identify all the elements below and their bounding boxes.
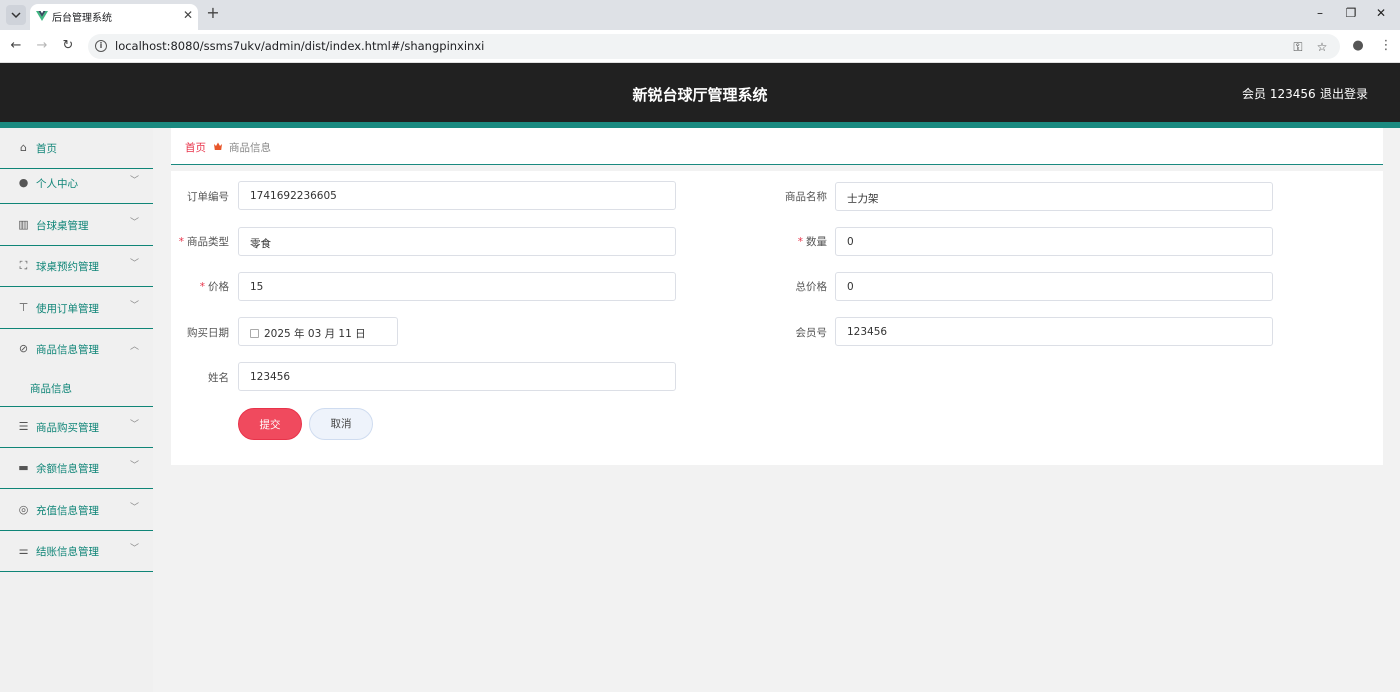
fullscreen-icon: ⛶ xyxy=(19,259,28,272)
app-title: 新锐台球厅管理系统 xyxy=(632,86,768,104)
address-bar[interactable]: i localhost:8080/ssms7ukv/admin/dist/ind… xyxy=(88,34,1340,59)
stamp-icon: ⊤ xyxy=(18,301,29,314)
sidebar: ⌂ 首页 ● 个人中心 ﹀ ▥ 台球桌管理 ﹀ ⛶ 球桌预约管理 ﹀ ⊤ 使用订… xyxy=(0,128,153,692)
crown-separator-icon xyxy=(214,142,222,150)
chevron-down-icon: ﹀ xyxy=(130,301,140,311)
breadcrumb: 首页 商品信息 xyxy=(171,128,1383,165)
sidebar-item-reservation-management[interactable]: ⛶ 球桌预约管理 ﹀ xyxy=(0,246,153,287)
sidebar-item-product-management[interactable]: ⊘ 商品信息管理 ︿ xyxy=(0,329,153,369)
sidebar-item-label: 球桌预约管理 xyxy=(36,261,99,273)
close-tab-icon[interactable]: ✕ xyxy=(181,8,195,22)
ticket-icon: ▬ xyxy=(18,461,29,474)
chevron-down-icon: ﹀ xyxy=(130,259,140,269)
member-no-input[interactable]: 123456 xyxy=(835,317,1273,346)
sidebar-item-label: 个人中心 xyxy=(36,178,78,190)
order-no-input[interactable]: 1741692236605 xyxy=(238,181,676,210)
breadcrumb-current: 商品信息 xyxy=(229,142,271,154)
browser-toolbar: ← → ↻ i localhost:8080/ssms7ukv/admin/di… xyxy=(0,30,1400,63)
sidebar-item-label: 商品购买管理 xyxy=(36,422,99,434)
product-form: 订单编号 1741692236605 商品名称 士力架 * 商品类型 零食 * 数量… xyxy=(171,171,1383,465)
bell-off-icon: ⊘ xyxy=(18,342,29,355)
name-input[interactable]: 123456 xyxy=(238,362,676,391)
price-label-text: 价格 xyxy=(208,281,229,293)
submit-button[interactable]: 提交 xyxy=(238,408,302,440)
window-close-icon[interactable]: ✕ xyxy=(1374,6,1388,20)
sidebar-item-label: 余额信息管理 xyxy=(36,463,99,475)
home-icon: ⌂ xyxy=(20,141,27,154)
product-name-input[interactable]: 士力架 xyxy=(835,182,1273,211)
purchase-date-value: 2025 年 03 月 11 日 xyxy=(264,328,366,340)
sidebar-item-checkout-management[interactable]: ⚌ 结账信息管理 ﹀ xyxy=(0,531,153,572)
address-url[interactable]: localhost:8080/ssms7ukv/admin/dist/index… xyxy=(115,39,484,53)
site-info-icon[interactable]: i xyxy=(95,40,107,52)
sidebar-item-label: 首页 xyxy=(36,143,57,155)
tab-search-button[interactable] xyxy=(6,5,26,25)
price-input[interactable]: 15 xyxy=(238,272,676,301)
quantity-label: * 数量 xyxy=(797,236,827,248)
sidebar-item-balance-management[interactable]: ▬ 余额信息管理 ﹀ xyxy=(0,448,153,489)
list-icon: ☰ xyxy=(18,420,29,433)
cancel-button[interactable]: 取消 xyxy=(309,408,373,440)
app-header: 新锐台球厅管理系统 会员 123456 退出登录 xyxy=(0,63,1400,122)
sidebar-item-label: 结账信息管理 xyxy=(36,546,99,558)
price-label: * 价格 xyxy=(199,281,229,293)
product-type-input[interactable]: 零食 xyxy=(238,227,676,256)
sidebar-item-label: 商品信息管理 xyxy=(36,344,99,356)
profile-icon[interactable]: ● xyxy=(1350,38,1366,54)
chevron-down-icon xyxy=(11,12,21,19)
calendar-icon xyxy=(250,329,259,338)
total-price-input[interactable]: 0 xyxy=(835,272,1273,301)
product-name-label: 商品名称 xyxy=(785,191,827,203)
sidebar-subitem-label: 商品信息 xyxy=(30,383,72,395)
quantity-input[interactable]: 0 xyxy=(835,227,1273,256)
purchase-date-label: 购买日期 xyxy=(187,327,229,339)
forward-icon[interactable]: → xyxy=(35,39,49,53)
sidebar-item-label: 充值信息管理 xyxy=(36,505,99,517)
order-no-label: 订单编号 xyxy=(187,191,229,203)
bookmark-star-icon[interactable]: ☆ xyxy=(1314,39,1330,55)
new-tab-icon[interactable]: + xyxy=(205,5,221,21)
sidebar-item-order-management[interactable]: ⊤ 使用订单管理 ﹀ xyxy=(0,288,153,329)
chevron-down-icon: ﹀ xyxy=(130,461,140,471)
sidebar-subitem-product-info[interactable]: 商品信息 xyxy=(0,369,153,407)
chevron-down-icon: ﹀ xyxy=(130,176,140,186)
sidebar-item-recharge-management[interactable]: ◎ 充值信息管理 ﹀ xyxy=(0,490,153,531)
lifebuoy-icon: ◎ xyxy=(18,503,29,516)
chevron-down-icon: ﹀ xyxy=(130,218,140,228)
member-no-label: 会员号 xyxy=(795,327,828,339)
chevron-up-icon: ︿ xyxy=(130,342,140,352)
total-price-label: 总价格 xyxy=(795,281,828,293)
chevron-down-icon: ﹀ xyxy=(130,503,140,513)
password-key-icon[interactable]: ⚿ xyxy=(1290,39,1306,55)
more-menu-icon[interactable]: ⋮ xyxy=(1378,38,1394,54)
quantity-label-text: 数量 xyxy=(806,236,827,248)
browser-tab[interactable]: 后台管理系统 ✕ xyxy=(30,4,198,30)
sliders-icon: ⚌ xyxy=(18,544,29,557)
breadcrumb-home-link[interactable]: 首页 xyxy=(185,140,206,155)
sidebar-item-table-management[interactable]: ▥ 台球桌管理 ﹀ xyxy=(0,205,153,246)
header-user-label: 会员 123456 xyxy=(1242,87,1316,101)
sidebar-item-label: 使用订单管理 xyxy=(36,303,99,315)
user-icon: ● xyxy=(18,176,29,189)
back-icon[interactable]: ← xyxy=(9,39,23,53)
sidebar-item-personal-center[interactable]: ● 个人中心 ﹀ xyxy=(0,163,153,204)
product-type-label: * 商品类型 xyxy=(178,236,229,248)
browser-tabstrip: 后台管理系统 ✕ + – ❐ ✕ xyxy=(0,0,1400,30)
restore-icon[interactable]: ❐ xyxy=(1344,6,1358,20)
sidebar-item-label: 台球桌管理 xyxy=(36,220,89,232)
minimize-icon[interactable]: – xyxy=(1313,6,1327,20)
vue-favicon-icon xyxy=(36,11,48,21)
tab-title: 后台管理系统 xyxy=(52,13,112,24)
logout-link[interactable]: 退出登录 xyxy=(1320,85,1368,102)
product-type-label-text: 商品类型 xyxy=(187,236,229,248)
purchase-date-picker[interactable]: 2025 年 03 月 11 日 xyxy=(238,317,398,346)
reload-icon[interactable]: ↻ xyxy=(61,39,75,53)
library-icon: ▥ xyxy=(18,218,29,231)
chevron-down-icon: ﹀ xyxy=(130,420,140,430)
name-label: 姓名 xyxy=(208,372,229,384)
sidebar-item-purchase-management[interactable]: ☰ 商品购买管理 ﹀ xyxy=(0,407,153,448)
chevron-down-icon: ﹀ xyxy=(130,544,140,554)
